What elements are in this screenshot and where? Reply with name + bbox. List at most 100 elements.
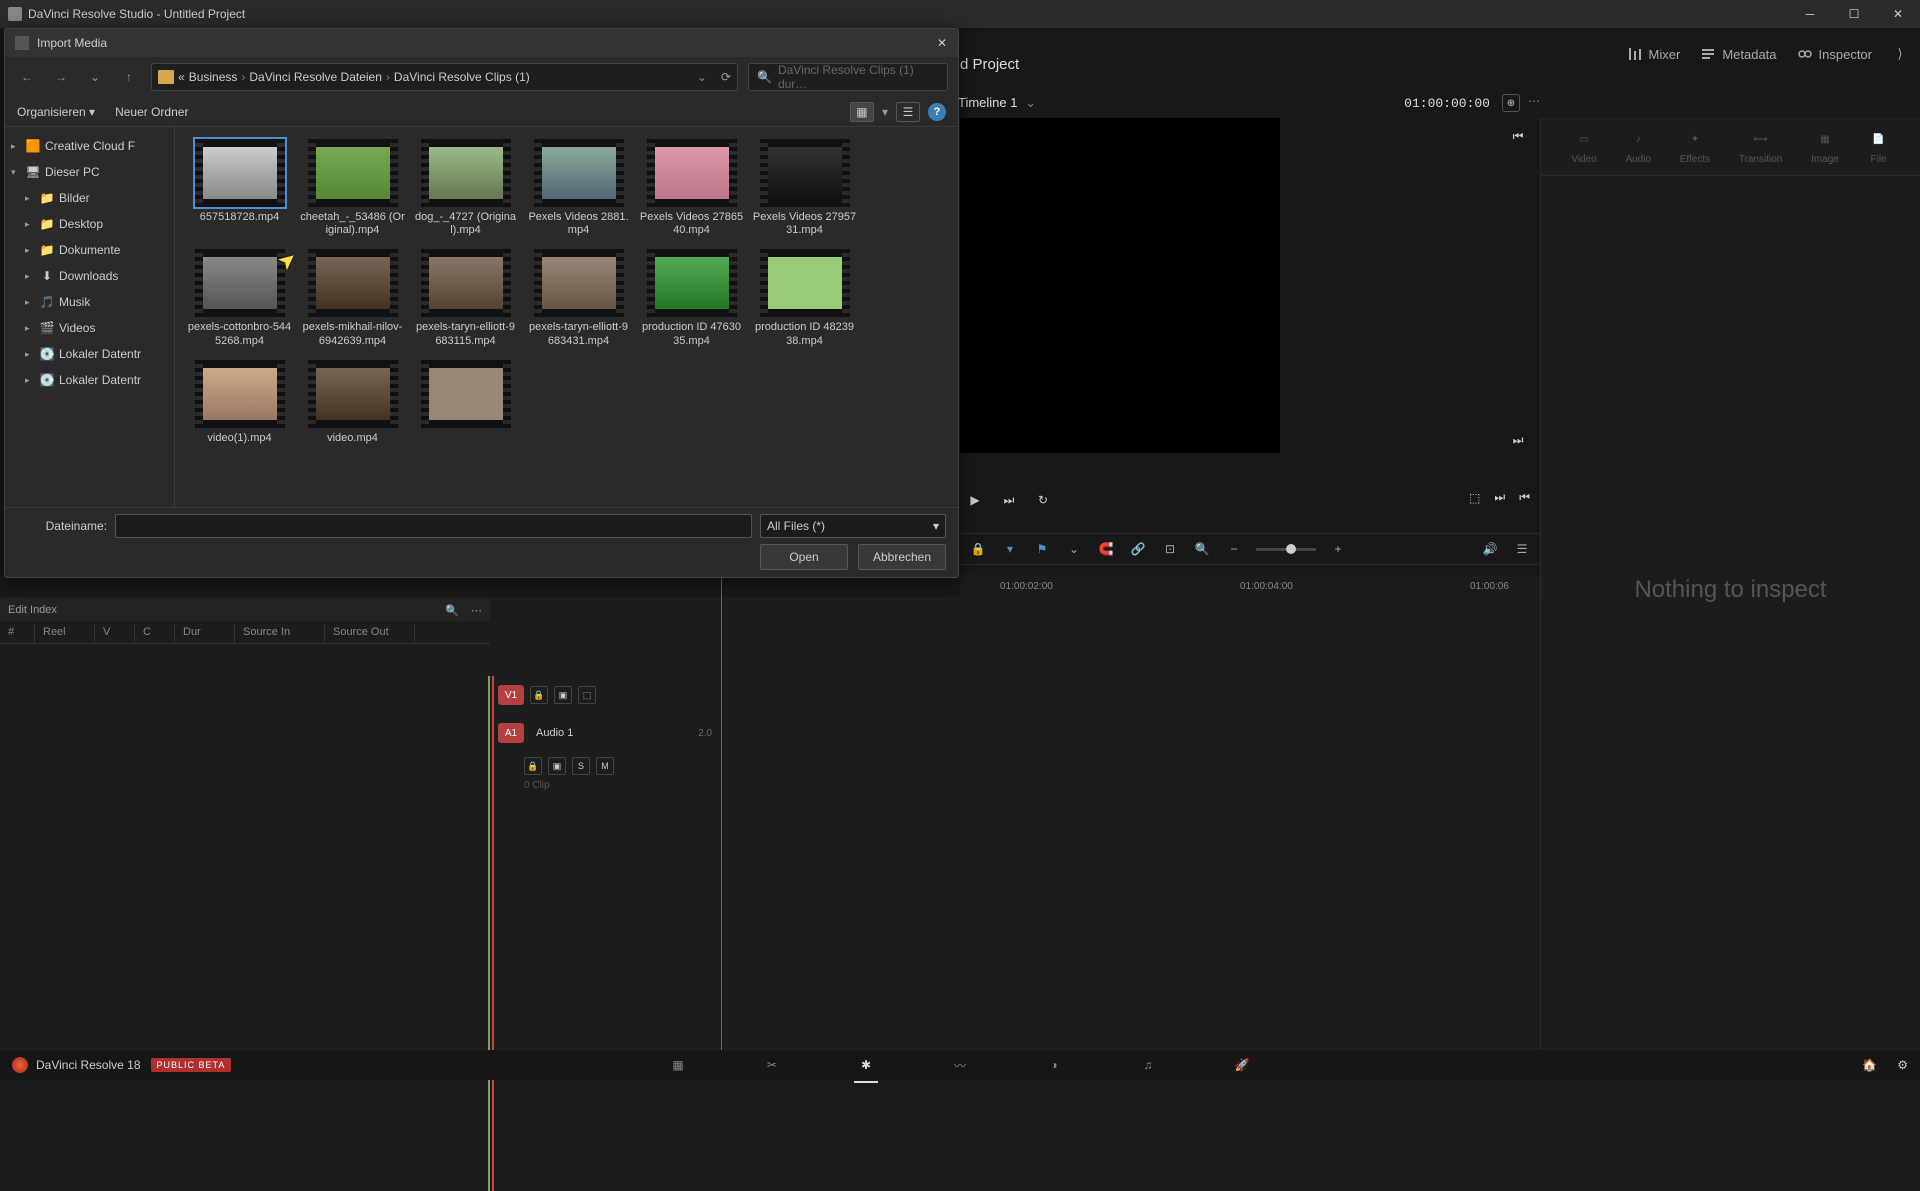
color-page-button[interactable]: ◑ xyxy=(1042,1053,1066,1077)
auto-select-audio-button[interactable]: ▣ xyxy=(548,757,566,775)
v1-selector[interactable]: V1 xyxy=(498,685,524,705)
dialog-close-button[interactable]: ✕ xyxy=(934,35,950,51)
nav-forward-button[interactable]: → xyxy=(49,65,73,89)
timecode-options-button[interactable]: ⊕ xyxy=(1502,94,1520,112)
file-item[interactable]: production ID 4823938.mp4 xyxy=(752,249,857,347)
tree-item[interactable]: ▸⬇Downloads xyxy=(5,263,174,289)
inspector-video-tab[interactable]: ▭Video xyxy=(1571,128,1596,165)
tree-item[interactable]: ▸🟧Creative Cloud F xyxy=(5,133,174,159)
file-item[interactable]: dog_-_4727 (Original).mp4 xyxy=(413,139,518,237)
lock-track-button[interactable]: 🔒 xyxy=(530,686,548,704)
timeline-canvas[interactable] xyxy=(0,597,1540,1050)
file-item[interactable] xyxy=(413,360,518,445)
maximize-button[interactable]: ☐ xyxy=(1832,0,1876,28)
inspector-toggle[interactable]: Inspector xyxy=(1797,46,1872,62)
breadcrumb-segment[interactable]: DaVinci Resolve Dateien xyxy=(249,70,382,84)
zoom-out-button[interactable]: − xyxy=(1224,539,1244,559)
go-start-button[interactable]: ⏮ xyxy=(1519,490,1530,505)
tree-item[interactable]: ▸📁Bilder xyxy=(5,185,174,211)
close-button[interactable]: ✕ xyxy=(1876,0,1920,28)
breadcrumb-dropdown[interactable]: ⌄ xyxy=(697,70,707,84)
search-button[interactable]: 🔍 xyxy=(1192,539,1212,559)
edit-index-options[interactable]: ⋯ xyxy=(471,604,482,617)
fusion-page-button[interactable]: 〰 xyxy=(948,1053,972,1077)
tree-item[interactable]: ▸💽Lokaler Datentr xyxy=(5,341,174,367)
auto-select-button[interactable]: ▣ xyxy=(554,686,572,704)
fairlight-page-button[interactable]: ♫ xyxy=(1136,1053,1160,1077)
breadcrumb[interactable]: « Business › DaVinci Resolve Dateien › D… xyxy=(151,63,738,91)
snap-button[interactable]: 🧲 xyxy=(1096,539,1116,559)
media-page-button[interactable]: ▦ xyxy=(666,1053,690,1077)
link-button[interactable]: 🔗 xyxy=(1128,539,1148,559)
flag-dropdown[interactable]: ⌄ xyxy=(1064,539,1084,559)
jump-last-button[interactable]: ⏭ xyxy=(1506,428,1530,452)
expand-panel-button[interactable]: ⟩ xyxy=(1892,46,1908,62)
search-icon[interactable]: 🔍 xyxy=(445,604,459,617)
open-button[interactable]: Open xyxy=(760,544,848,570)
go-end-button[interactable]: ⏭ xyxy=(1494,490,1505,505)
a1-selector[interactable]: A1 xyxy=(498,723,524,743)
zoom-slider[interactable] xyxy=(1256,548,1316,551)
inspector-audio-tab[interactable]: ♪Audio xyxy=(1625,128,1651,165)
file-item[interactable]: pexels-taryn-elliott-9683115.mp4 xyxy=(413,249,518,347)
audio-meter-button[interactable]: 🔊 xyxy=(1480,539,1500,559)
file-item[interactable]: production ID 4763035.mp4 xyxy=(639,249,744,347)
playhead[interactable] xyxy=(721,575,722,1050)
file-item[interactable]: Pexels Videos 2881.mp4 xyxy=(526,139,631,237)
next-frame-button[interactable]: ⏭ xyxy=(999,490,1019,510)
organize-dropdown[interactable]: Organisieren ▾ xyxy=(17,105,95,119)
lock-button[interactable]: 🔒 xyxy=(968,539,988,559)
help-button[interactable]: ? xyxy=(928,103,946,121)
marker-button[interactable]: ▾ xyxy=(1000,539,1020,559)
thumbnail-view-button[interactable]: ▦ xyxy=(850,102,874,122)
deliver-page-button[interactable]: 🚀 xyxy=(1230,1053,1254,1077)
file-filter-dropdown[interactable]: All Files (*) ▾ xyxy=(760,514,946,538)
timecode-display[interactable]: 01:00:00:00 xyxy=(1404,96,1490,111)
file-item[interactable]: Pexels Videos 2786540.mp4 xyxy=(639,139,744,237)
tree-item[interactable]: ▾🖥Dieser PC xyxy=(5,159,174,185)
solo-button[interactable]: S xyxy=(572,757,590,775)
nav-up-button[interactable]: ↑ xyxy=(117,65,141,89)
lock-audio-button[interactable]: 🔒 xyxy=(524,757,542,775)
track-view-button[interactable]: ⬚ xyxy=(578,686,596,704)
view-dropdown[interactable]: ▾ xyxy=(882,105,888,119)
file-item[interactable]: pexels-cottonbro-5445268.mp4 xyxy=(187,249,292,347)
nav-recent-button[interactable]: ⌄ xyxy=(83,65,107,89)
zoom-in-button[interactable]: + xyxy=(1328,539,1348,559)
timeline-ruler[interactable]: 01:00:02:00 01:00:04:00 01:00:06 xyxy=(960,575,1540,597)
tree-item[interactable]: ▸🎬Videos xyxy=(5,315,174,341)
nav-back-button[interactable]: ← xyxy=(15,65,39,89)
file-item[interactable]: video(1).mp4 xyxy=(187,360,292,445)
dialog-titlebar[interactable]: Import Media ✕ xyxy=(5,29,958,57)
file-item[interactable]: cheetah_-_53486 (Original).mp4 xyxy=(300,139,405,237)
cut-page-button[interactable]: ✂ xyxy=(760,1053,784,1077)
tree-item[interactable]: ▸📁Desktop xyxy=(5,211,174,237)
breadcrumb-segment[interactable]: Business xyxy=(189,70,238,84)
edit-page-button[interactable]: ✱ xyxy=(854,1053,878,1077)
file-item[interactable]: Pexels Videos 2795731.mp4 xyxy=(752,139,857,237)
settings-button[interactable]: ⚙ xyxy=(1897,1058,1908,1072)
filename-input[interactable] xyxy=(115,514,752,538)
inspector-transition-tab[interactable]: ⟷Transition xyxy=(1739,128,1783,165)
tree-item[interactable]: ▸🎵Musik xyxy=(5,289,174,315)
metadata-toggle[interactable]: Metadata xyxy=(1700,46,1776,62)
file-item[interactable]: pexels-mikhail-nilov-6942639.mp4 xyxy=(300,249,405,347)
timeline-name[interactable]: Timeline 1 ⌄ xyxy=(958,95,1036,111)
tree-item[interactable]: ▸📁Dokumente xyxy=(5,237,174,263)
zoom-fit-button[interactable]: ⊡ xyxy=(1160,539,1180,559)
search-input[interactable]: 🔍 DaVinci Resolve Clips (1) dur… xyxy=(748,63,948,91)
mute-button[interactable]: M xyxy=(596,757,614,775)
refresh-button[interactable]: ⟳ xyxy=(721,70,731,84)
new-folder-button[interactable]: Neuer Ordner xyxy=(115,105,188,119)
audio-track-header[interactable]: A1 Audio 1 2.0 xyxy=(490,714,720,752)
tree-item[interactable]: ▸💽Lokaler Datentr xyxy=(5,367,174,393)
inspector-image-tab[interactable]: ▦Image xyxy=(1811,128,1839,165)
list-view-button[interactable]: ☰ xyxy=(896,102,920,122)
cancel-button[interactable]: Abbrechen xyxy=(858,544,946,570)
inspector-effects-tab[interactable]: ✦Effects xyxy=(1680,128,1710,165)
mixer-toggle[interactable]: Mixer xyxy=(1627,46,1681,62)
minimize-button[interactable]: ─ xyxy=(1788,0,1832,28)
match-frame-button[interactable]: ⬚ xyxy=(1469,491,1480,505)
timeline-options-button[interactable]: ☰ xyxy=(1512,539,1532,559)
file-item[interactable]: pexels-taryn-elliott-9683431.mp4 xyxy=(526,249,631,347)
